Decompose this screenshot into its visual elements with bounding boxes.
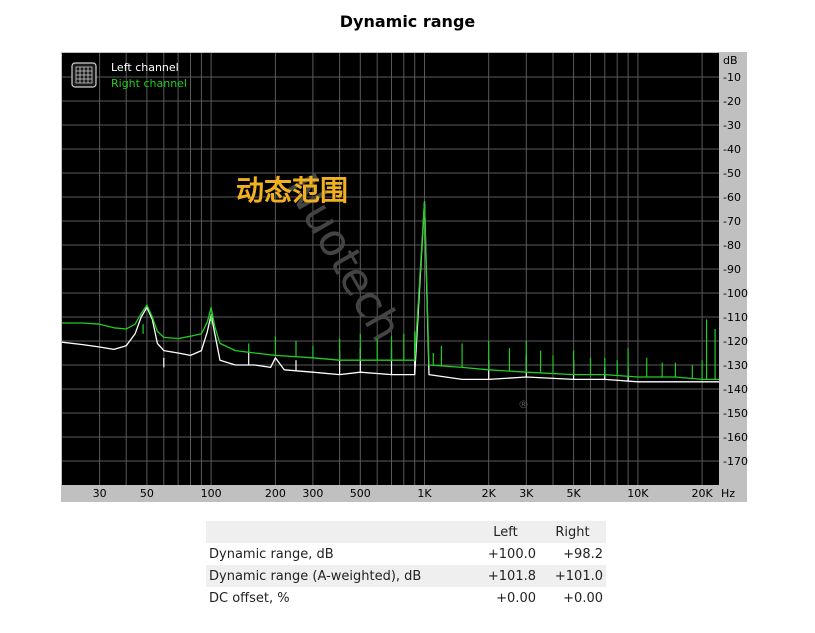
- x-tick-label: 30: [93, 487, 107, 500]
- y-tick-label: -90: [723, 263, 741, 276]
- x-tick-label: 500: [350, 487, 371, 500]
- x-tick-label: 3K: [519, 487, 534, 500]
- y-tick-label: -100: [723, 287, 748, 300]
- y-tick-label: -50: [723, 167, 741, 180]
- y-tick-label: -80: [723, 239, 741, 252]
- x-tick-label: 2K: [482, 487, 497, 500]
- y-tick-label: -20: [723, 95, 741, 108]
- spectrum-chart: 30 50 100 200 300 500 1K 2K 3K 5K 10K 20K -10 -20 -30…: [61, 52, 748, 502]
- x-tick-label: 1K: [417, 487, 432, 500]
- x-tick-label: 50: [140, 487, 154, 500]
- grid-icon[interactable]: [71, 62, 97, 88]
- row-left-value: +0.00: [496, 590, 536, 606]
- y-tick-label: -110: [723, 311, 748, 324]
- row-right-value: +101.0: [554, 568, 603, 584]
- y-tick-label: -130: [723, 359, 748, 372]
- x-tick-label: 300: [302, 487, 323, 500]
- x-unit-label: Hz: [721, 487, 735, 500]
- x-tick-label: 20K: [691, 487, 713, 500]
- x-tick-label: 5K: [566, 487, 581, 500]
- results-header-left: Left: [493, 524, 518, 540]
- watermark-registered-mark: ®: [518, 398, 529, 411]
- y-tick-label: -40: [723, 143, 741, 156]
- y-tick-label: -60: [723, 191, 741, 204]
- y-tick-label: -70: [723, 215, 741, 228]
- y-tick-label: -160: [723, 431, 748, 444]
- row-right-value: +0.00: [563, 590, 603, 606]
- x-tick-label: 200: [265, 487, 286, 500]
- table-row: Dynamic range (A-weighted), dB +101.8 +1…: [206, 565, 606, 587]
- x-tick-label: 100: [201, 487, 222, 500]
- x-tick-label: 10K: [627, 487, 649, 500]
- results-table: Left Right Dynamic range, dB +100.0 +98.…: [206, 521, 606, 609]
- row-label: Dynamic range (A-weighted), dB: [209, 568, 422, 584]
- row-left-value: +101.8: [487, 568, 536, 584]
- results-header-right: Right: [555, 524, 590, 540]
- row-label: Dynamic range, dB: [209, 546, 334, 562]
- y-unit-label: dB: [723, 54, 738, 67]
- row-label: DC offset, %: [209, 590, 290, 606]
- results-header-row: Left Right: [206, 521, 606, 543]
- results-header-label: [206, 521, 472, 543]
- legend-left-channel: Left channel: [111, 61, 179, 74]
- y-tick-label: -170: [723, 455, 748, 468]
- y-tick-label: -150: [723, 407, 748, 420]
- watermark-cn: 动态范围: [236, 174, 348, 207]
- legend-right-channel: Right channel: [111, 77, 187, 90]
- table-row: DC offset, % +0.00 +0.00: [206, 587, 606, 609]
- y-tick-label: -140: [723, 383, 748, 396]
- table-row: Dynamic range, dB +100.0 +98.2: [206, 543, 606, 565]
- y-tick-label: -30: [723, 119, 741, 132]
- row-left-value: +100.0: [487, 546, 536, 562]
- y-tick-label: -120: [723, 335, 748, 348]
- row-right-value: +98.2: [563, 546, 603, 562]
- y-tick-label: -10: [723, 71, 741, 84]
